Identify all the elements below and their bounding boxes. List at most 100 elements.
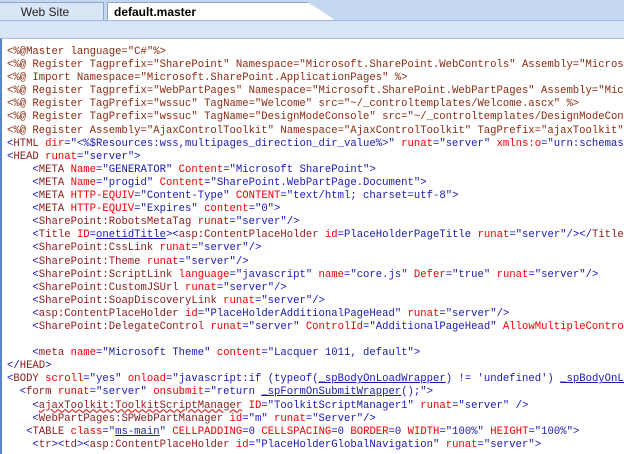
code-line[interactable]: <SharePoint:DelegateControl runat="serve…	[2, 321, 624, 334]
code-token: AllowMultipleControls	[496, 320, 624, 333]
code-token: <%@ Register TagPrefix="wssuc" TagName="…	[7, 111, 624, 124]
code-token: <	[7, 438, 39, 451]
code-token: runat	[413, 399, 453, 412]
code-token: ><	[165, 229, 179, 242]
code-line[interactable]: <%@ Register TagPrefix="wssuc" TagName="…	[2, 98, 624, 111]
code-token: >	[572, 425, 580, 438]
code-editor[interactable]: <%@Master language="C#"%> <%@ Register Ta…	[0, 38, 624, 454]
code-token: form	[26, 386, 52, 399]
code-token: onsubmit	[146, 386, 205, 399]
code-token: <%@ Register Assembly="AjaxControlToolki…	[7, 124, 624, 137]
tab-default-master[interactable]: default.master	[107, 2, 335, 20]
code-line[interactable]: <%@ Register Tagprefix="WebPartPages" Na…	[2, 85, 624, 98]
code-token: "server"	[248, 320, 300, 333]
code-token: />	[363, 412, 376, 425]
code-token: "true"	[452, 268, 491, 281]
code-token: td	[64, 438, 77, 451]
code-line[interactable]: <SharePoint:Theme runat="server"/>	[2, 256, 624, 269]
code-token: ();"	[401, 386, 427, 399]
code-token: >	[420, 176, 427, 189]
code-token: "100%"	[445, 425, 484, 438]
code-line[interactable]: <tr><td><asp:ContentPlaceHolder id="Plac…	[2, 439, 624, 452]
code-token: <%@Master language="C#"%>	[7, 46, 166, 58]
code-line[interactable]: <%@Master language="C#"%>	[2, 46, 624, 59]
code-line[interactable]: <META HTTP-EQUIV="Expires" content="0">	[2, 203, 624, 216]
code-line[interactable]: <SharePoint:CssLink runat="server"/>	[2, 242, 624, 255]
code-token: "server"	[261, 294, 313, 307]
code-line[interactable]: <asp:ContentPlaceHolder id="PlaceHolderA…	[2, 308, 624, 321]
code-token: runat	[204, 320, 243, 333]
code-token: <	[7, 255, 39, 268]
code-token: meta	[38, 347, 65, 360]
code-token: id	[229, 438, 249, 451]
code-line[interactable]: <WebPartPages:SPWebPartManager id="m" ru…	[2, 413, 624, 426]
code-token: <	[7, 386, 27, 399]
code-token: "Expires"	[140, 203, 198, 216]
code-line[interactable]: <ajaxToolkit:ToolkitScriptManager ID="To…	[2, 400, 624, 413]
code-token: language	[172, 268, 230, 281]
code-token: META	[38, 176, 65, 189]
code-token: runat	[490, 268, 529, 281]
code-line[interactable]: <SharePoint:RobotsMetaTag runat="server"…	[2, 216, 624, 229]
code-token: "return	[210, 386, 262, 399]
code-token: CELLPADDING	[165, 425, 243, 438]
code-line[interactable]: <meta name="Microsoft Theme" content="La…	[2, 347, 624, 360]
document-tab-bar: Web Site default.master	[0, 0, 624, 21]
code-line[interactable]: <SharePoint:CustomJSUrl runat="server"/>	[2, 282, 624, 295]
code-token: SharePoint:RobotsMetaTag	[38, 216, 192, 229]
code-token: runat	[267, 412, 306, 425]
code-line[interactable]: <SharePoint:SoapDiscoveryLink runat="ser…	[2, 295, 624, 308]
code-line[interactable]: <SharePoint:ScriptLink language="javascr…	[2, 269, 624, 282]
code-token: "javascript:if (typeof(	[172, 373, 319, 386]
code-line[interactable]: <META HTTP-EQUIV="Content-Type" CONTENT=…	[2, 190, 624, 203]
code-token: />	[274, 281, 287, 294]
code-token: ms-main	[115, 425, 160, 438]
code-token: dir	[38, 137, 65, 150]
code-token: <%@ Import Namespace="Microsoft.SharePoi…	[7, 72, 408, 85]
code-token: "PlaceHolderGlobalNavigation"	[254, 438, 440, 451]
code-line[interactable]: <%@ Register Tagprefix="SharePoint" Name…	[2, 59, 624, 72]
code-line[interactable]: </HEAD>	[2, 360, 624, 373]
code-token: "Microsoft Theme"	[102, 347, 211, 360]
code-token: ID	[70, 229, 90, 242]
code-line[interactable]: <BODY scroll="yes" onload="javascript:if…	[2, 373, 624, 386]
code-line[interactable]: <TABLE class="ms-main" CELLPADDING=0 CEL…	[2, 426, 624, 439]
code-line[interactable]	[2, 334, 624, 347]
code-line[interactable]: <%@ Import Namespace="Microsoft.SharePoi…	[2, 72, 624, 85]
code-token: "server"	[235, 216, 287, 229]
code-line[interactable]: <META Name="GENERATOR" Content="Microsof…	[2, 164, 624, 177]
code-token: />	[235, 255, 249, 268]
code-token: />	[286, 216, 300, 229]
code-token: <	[7, 190, 39, 203]
code-line[interactable]: <form runat="server" onsubmit="return _s…	[2, 386, 624, 399]
code-token: WebPartPages:SPWebPartManager	[38, 412, 224, 425]
code-token: runat	[153, 242, 192, 255]
code-line[interactable]: <HEAD runat="server">	[2, 151, 624, 164]
code-token: Name	[64, 176, 97, 189]
code-token: runat	[439, 438, 478, 451]
code-token: "GENERATOR"	[102, 163, 173, 176]
code-token: scroll	[38, 373, 84, 386]
code-line[interactable]: <HTML dir="<%$Resources:wss,multipages_d…	[2, 138, 624, 151]
code-token: <	[7, 347, 39, 360]
code-token: "server"	[534, 268, 586, 281]
code-token: asp:ContentPlaceHolder	[89, 438, 230, 451]
code-line[interactable]: <%@ Register TagPrefix="wssuc" TagName="…	[2, 111, 624, 124]
code-token: CELLSPACING	[255, 425, 332, 438]
code-token: runat	[178, 281, 217, 294]
code-token: ControlId	[299, 320, 364, 333]
code-token: META	[38, 190, 65, 203]
code-token: HEAD	[19, 360, 46, 373]
code-token: runat	[401, 307, 440, 320]
code-token: content	[197, 203, 249, 216]
tab-web-site[interactable]: Web Site	[0, 2, 104, 20]
code-token: <	[7, 268, 39, 281]
code-token: onetidTitle	[96, 229, 166, 242]
code-token: Name	[64, 163, 97, 176]
code-line[interactable]: <META Name="progid" Content="SharePoint.…	[2, 177, 624, 190]
code-token: "yes"	[89, 373, 122, 386]
code-line[interactable]: <%@ Register Assembly="AjaxControlToolki…	[2, 125, 624, 138]
code-line[interactable]: <Title ID=onetidTitle><asp:ContentPlaceH…	[2, 229, 624, 242]
code-token: <%@ Register TagPrefix="wssuc" TagName="…	[7, 98, 580, 111]
code-token: "text/html; charset=utf-8"	[286, 190, 453, 203]
